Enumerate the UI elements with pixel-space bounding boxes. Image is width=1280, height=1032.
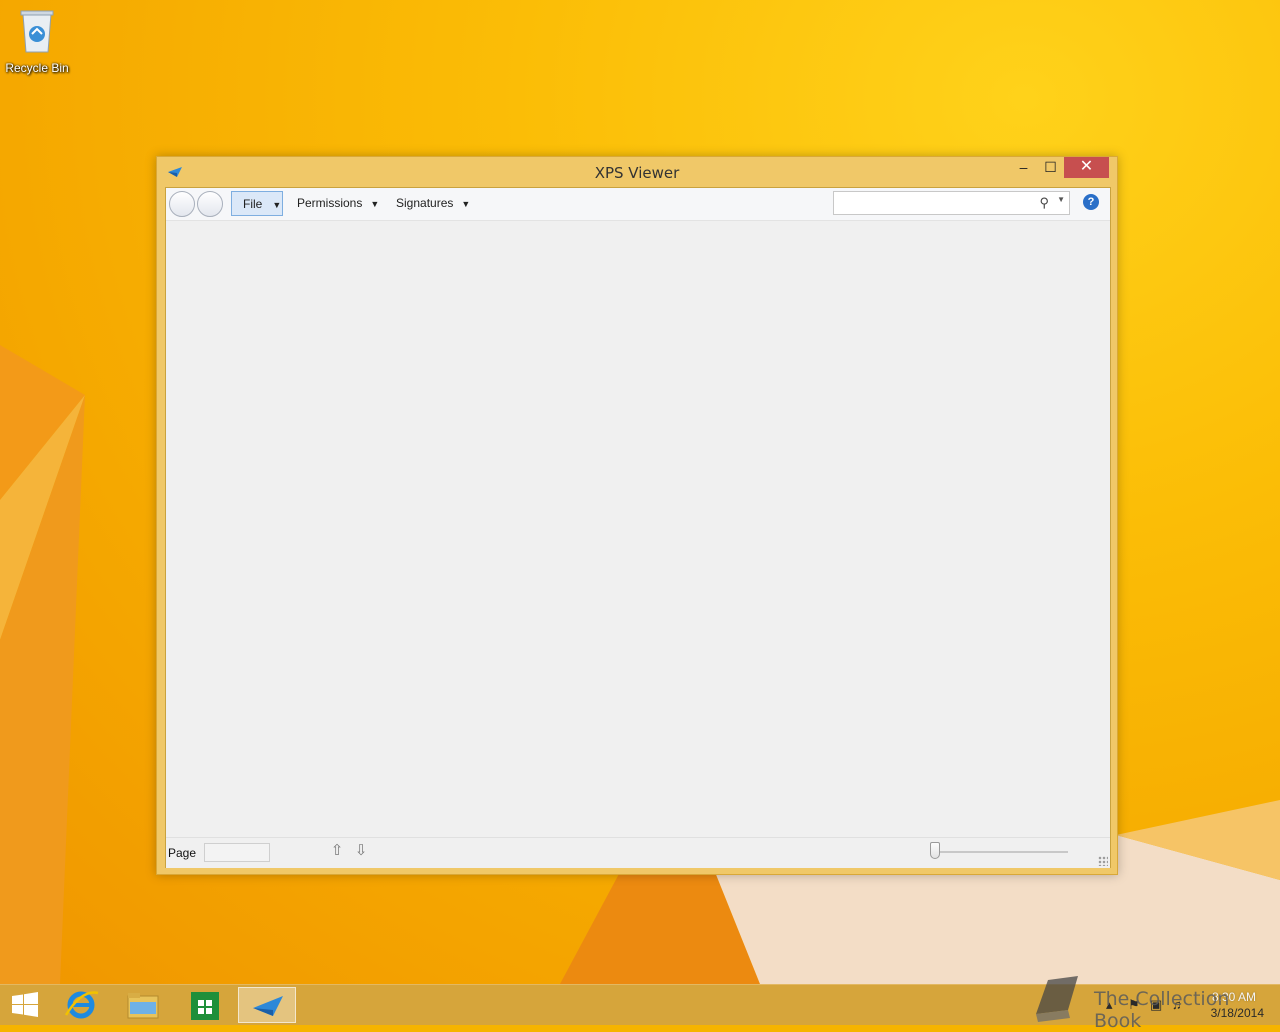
permissions-menu-label: Permissions (297, 196, 363, 210)
xps-viewer-window: XPS Viewer – ☐ ✕ File ▼ Permissions ▼ Sign… (156, 156, 1118, 875)
help-icon[interactable]: ? (1083, 194, 1099, 210)
search-input[interactable]: ⚲ ▼ (833, 191, 1070, 215)
file-menu[interactable]: File ▼ (231, 191, 283, 216)
start-button[interactable] (0, 987, 58, 1023)
taskbar-xps-viewer[interactable] (238, 987, 296, 1023)
minimize-button[interactable]: – (1010, 157, 1037, 178)
signatures-menu[interactable]: Signatures ▼ (396, 191, 470, 216)
watermark: The Collection Book (1028, 974, 1278, 1032)
toolbar: File ▼ Permissions ▼ Signatures ▼ ⚲ ▼ ? (166, 188, 1110, 221)
title-bar[interactable]: XPS Viewer – ☐ ✕ (157, 157, 1117, 187)
maximize-button[interactable]: ☐ (1037, 157, 1064, 178)
window-title: XPS Viewer (594, 164, 680, 182)
nav-buttons (169, 191, 225, 217)
signatures-menu-label: Signatures (396, 196, 454, 210)
file-menu-label: File (243, 197, 263, 211)
page-number-input[interactable] (204, 843, 270, 862)
resize-grip-icon[interactable] (1098, 856, 1108, 866)
xps-viewer-icon (253, 996, 283, 1016)
document-area[interactable] (166, 221, 1110, 837)
internet-explorer-icon (64, 991, 99, 1019)
status-bar: Page ⇧ ⇩ (166, 837, 1110, 868)
zoom-slider-track[interactable] (934, 851, 1068, 853)
permissions-menu[interactable]: Permissions ▼ (297, 191, 379, 216)
recycle-bin-label: Recycle Bin (5, 61, 69, 75)
watermark-text: The Collection Book (1094, 988, 1230, 1032)
back-button[interactable] (169, 191, 195, 217)
previous-page-icon[interactable]: ⇧ (328, 841, 346, 861)
search-dropdown-icon[interactable]: ▼ (1057, 195, 1065, 204)
chevron-down-icon: ▼ (272, 200, 282, 210)
taskbar-internet-explorer[interactable] (52, 987, 110, 1023)
close-button[interactable]: ✕ (1064, 157, 1109, 178)
chevron-down-icon: ▼ (461, 199, 471, 209)
folder-icon (127, 993, 159, 1019)
taskbar-store[interactable] (176, 987, 234, 1023)
client-area: File ▼ Permissions ▼ Signatures ▼ ⚲ ▼ ? Pag… (165, 187, 1111, 868)
search-icon[interactable]: ⚲ (1039, 195, 1049, 211)
forward-button[interactable] (197, 191, 223, 217)
page-label: Page (168, 846, 197, 860)
store-icon (191, 992, 219, 1020)
recycle-bin-icon (20, 10, 54, 53)
chevron-down-icon: ▼ (370, 199, 380, 209)
taskbar-file-explorer[interactable] (114, 987, 172, 1023)
book-logo-icon (1036, 976, 1078, 1022)
windows-logo-icon (12, 992, 38, 1017)
recycle-bin-shortcut[interactable]: Recycle Bin (4, 6, 70, 75)
zoom-slider-thumb[interactable] (930, 842, 940, 859)
next-page-icon[interactable]: ⇩ (352, 841, 370, 861)
